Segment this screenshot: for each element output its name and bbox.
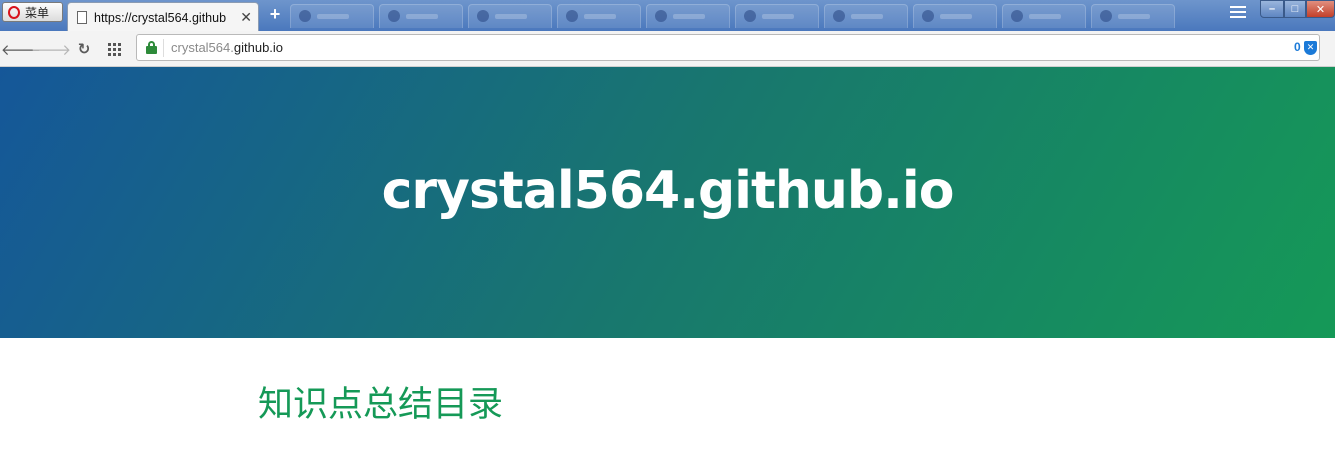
- url-host: github.io: [233, 40, 284, 55]
- window-controls: – □ ✕: [1260, 0, 1335, 20]
- section-heading: 知识点总结目录: [258, 385, 504, 425]
- tab-menu-icon[interactable]: [1230, 6, 1246, 22]
- page-header: crystal564.github.io: [0, 67, 1335, 338]
- menu-label: 菜单: [25, 5, 50, 20]
- secure-lock-icon[interactable]: [146, 41, 157, 54]
- background-tab[interactable]: [1091, 4, 1175, 28]
- forward-button[interactable]: 🡒: [31, 38, 71, 60]
- background-tab[interactable]: [913, 4, 997, 28]
- url-host-faded: crystal564.: [171, 40, 234, 55]
- adblock-count: 0: [1294, 40, 1301, 54]
- url-separator: [163, 39, 164, 57]
- page-title: crystal564.github.io: [381, 160, 955, 221]
- url-text[interactable]: crystal564.github.io: [171, 40, 283, 55]
- new-tab-button[interactable]: +: [266, 5, 284, 23]
- background-tab[interactable]: [824, 4, 908, 28]
- background-tab[interactable]: [557, 4, 641, 28]
- opera-menu-button[interactable]: 菜单: [2, 2, 63, 22]
- background-tab[interactable]: [646, 4, 730, 28]
- main-content: 知识点总结目录: [0, 338, 1335, 449]
- background-tab[interactable]: [379, 4, 463, 28]
- tab-active[interactable]: https://crystal564.github ✕: [67, 2, 259, 31]
- opera-logo-icon: [8, 5, 20, 19]
- background-tab[interactable]: [735, 4, 819, 28]
- background-tab[interactable]: [1002, 4, 1086, 28]
- address-bar[interactable]: crystal564.github.io 0 ✕: [136, 34, 1320, 61]
- adblock-shield-icon[interactable]: ✕: [1304, 41, 1317, 55]
- background-tab[interactable]: [468, 4, 552, 28]
- page-document-icon: [77, 11, 87, 24]
- minimize-button[interactable]: –: [1260, 0, 1284, 18]
- close-window-button[interactable]: ✕: [1306, 0, 1335, 18]
- back-button[interactable]: 🡐: [1, 38, 41, 60]
- browser-toolbar: 🡐 🡒 ↻ crystal564.github.io 0 ✕: [0, 31, 1335, 98]
- speed-dial-icon[interactable]: [108, 43, 122, 56]
- reload-button[interactable]: ↻: [73, 38, 95, 60]
- tab-title: https://crystal564.github: [94, 10, 227, 25]
- tab-close-icon[interactable]: ✕: [240, 9, 252, 26]
- browser-tab-strip: 菜单 https://crystal564.github ✕ + – □ ✕: [0, 0, 1335, 31]
- background-tab[interactable]: [290, 4, 374, 28]
- maximize-button[interactable]: □: [1284, 0, 1306, 18]
